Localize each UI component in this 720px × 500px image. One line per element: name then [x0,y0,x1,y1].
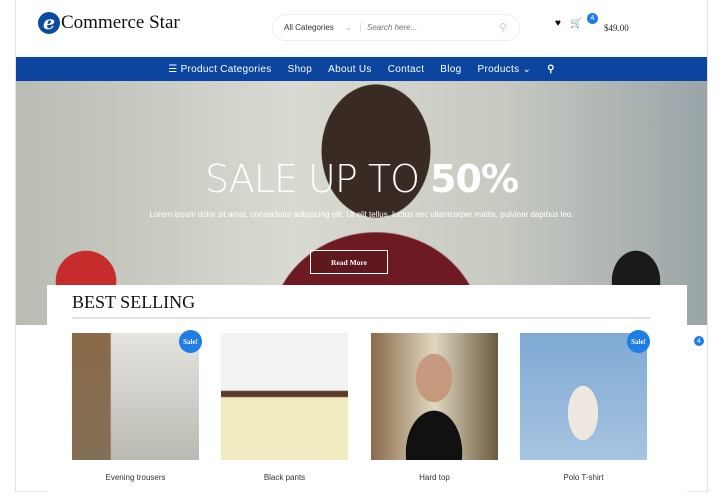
hero-title: SALE UP TO 50% [16,157,707,201]
hero-text: Lorem ipsum dolor sit amet, consectetur … [149,210,574,219]
logo-mark: e [38,12,60,34]
hero-title-bold: 50% [430,157,519,201]
nav-products[interactable]: Products ⌄ [478,64,532,75]
read-more-button[interactable]: Read More [310,250,388,274]
product-image[interactable] [72,333,199,460]
cart-total[interactable]: $49.00 [604,23,629,33]
sale-badge: Sale! [179,330,202,353]
nav-product-categories[interactable]: ☰ Product Categories [168,64,271,75]
product-image[interactable] [221,333,348,460]
chevron-down-icon: ⌄ [345,23,352,32]
divider [72,317,650,319]
product-card[interactable]: Sale! Evening trousers [72,330,202,482]
chevron-down-icon: ⌄ [519,63,532,75]
product-card[interactable]: Hard top [371,333,498,482]
nav-shop[interactable]: Shop [288,64,313,75]
product-name[interactable]: Polo T-shirt [520,473,647,482]
best-selling-section: BEST SELLING Sale! Evening trousers Blac… [47,285,687,492]
product-name[interactable]: Hard top [371,473,498,482]
product-card[interactable]: Sale! Polo T-shirt [520,330,650,482]
search-icon[interactable]: ⚲ [499,21,507,34]
site-logo[interactable]: e Commerce Star [38,12,180,34]
cart-count-badge: 4 [587,13,598,24]
nav-label: Products [477,63,520,75]
nav-blog[interactable]: Blog [440,64,461,75]
product-name[interactable]: Black pants [221,473,348,482]
search-bar: All Categories ⌄ ⚲ [272,14,520,41]
nav-label: Product Categories [180,63,272,75]
hero-title-light: SALE UP TO [204,157,431,201]
sale-badge: Sale! [627,330,650,353]
header-icons: ♥ 🛒 [555,18,582,29]
nav-about-us[interactable]: About Us [328,64,372,75]
nav-contact[interactable]: Contact [388,64,425,75]
product-image[interactable] [520,333,647,460]
main-nav: ☰ Product Categories Shop About Us Conta… [16,57,707,81]
category-select-value: All Categories [284,23,334,32]
search-input[interactable] [361,23,499,32]
logo-text: Commerce Star [61,12,180,33]
menu-icon: ☰ [168,63,181,75]
category-select[interactable]: All Categories ⌄ [273,23,361,32]
wishlist-heart-icon[interactable]: ♥ [555,18,561,29]
product-card[interactable]: Black pants [221,333,348,482]
section-title: BEST SELLING [72,292,196,312]
nav-search-icon[interactable]: ⚲ [547,64,555,75]
product-image[interactable] [371,333,498,460]
product-name[interactable]: Evening trousers [72,473,199,482]
floating-cart-badge[interactable]: 4 [694,336,704,346]
cart-icon[interactable]: 🛒 [570,18,582,29]
